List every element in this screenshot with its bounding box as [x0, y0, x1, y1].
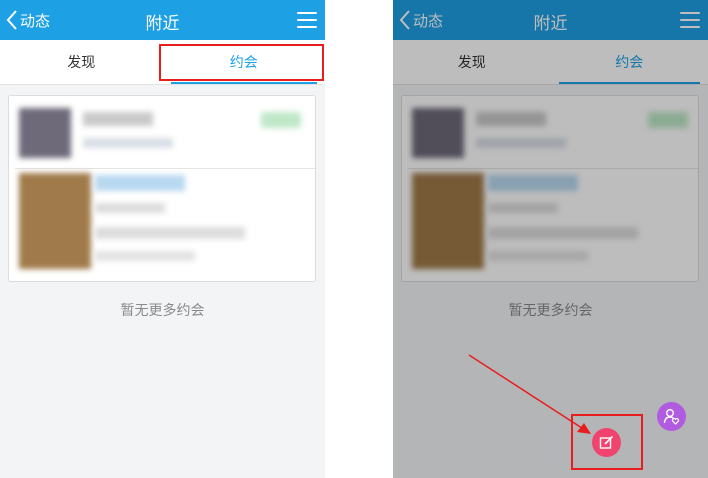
active-tab-underline: [170, 82, 317, 84]
menu-icon[interactable]: [297, 11, 317, 29]
friends-icon: [663, 409, 680, 425]
empty-state-text: 暂无更多约会: [120, 303, 205, 319]
tab-discover-label: 发现: [67, 55, 96, 71]
list-item[interactable]: [9, 96, 315, 168]
avatar: [19, 108, 71, 158]
screen-after: 动态 附近 发现 约会 暂无更多约会: [393, 0, 708, 478]
friends-button[interactable]: [657, 402, 686, 431]
blurred-name: [83, 112, 153, 126]
list-item[interactable]: [9, 169, 315, 279]
photo-thumbnail: [19, 173, 91, 269]
dating-list-card: [8, 95, 316, 282]
blurred-detail: [95, 251, 195, 261]
blurred-badge: [261, 112, 301, 128]
highlight-box-compose: [571, 414, 643, 470]
top-bar: 动态 附近: [0, 0, 325, 40]
page-title: 附近: [145, 14, 180, 34]
screen-before: 动态 附近 发现 约会 暂无更多约会: [0, 0, 325, 478]
tab-discover[interactable]: 发现: [0, 40, 163, 84]
blurred-name: [95, 175, 185, 191]
blurred-detail: [83, 138, 173, 148]
highlight-box-tab: [159, 44, 324, 81]
blurred-detail: [95, 203, 165, 213]
blurred-detail: [95, 227, 245, 239]
